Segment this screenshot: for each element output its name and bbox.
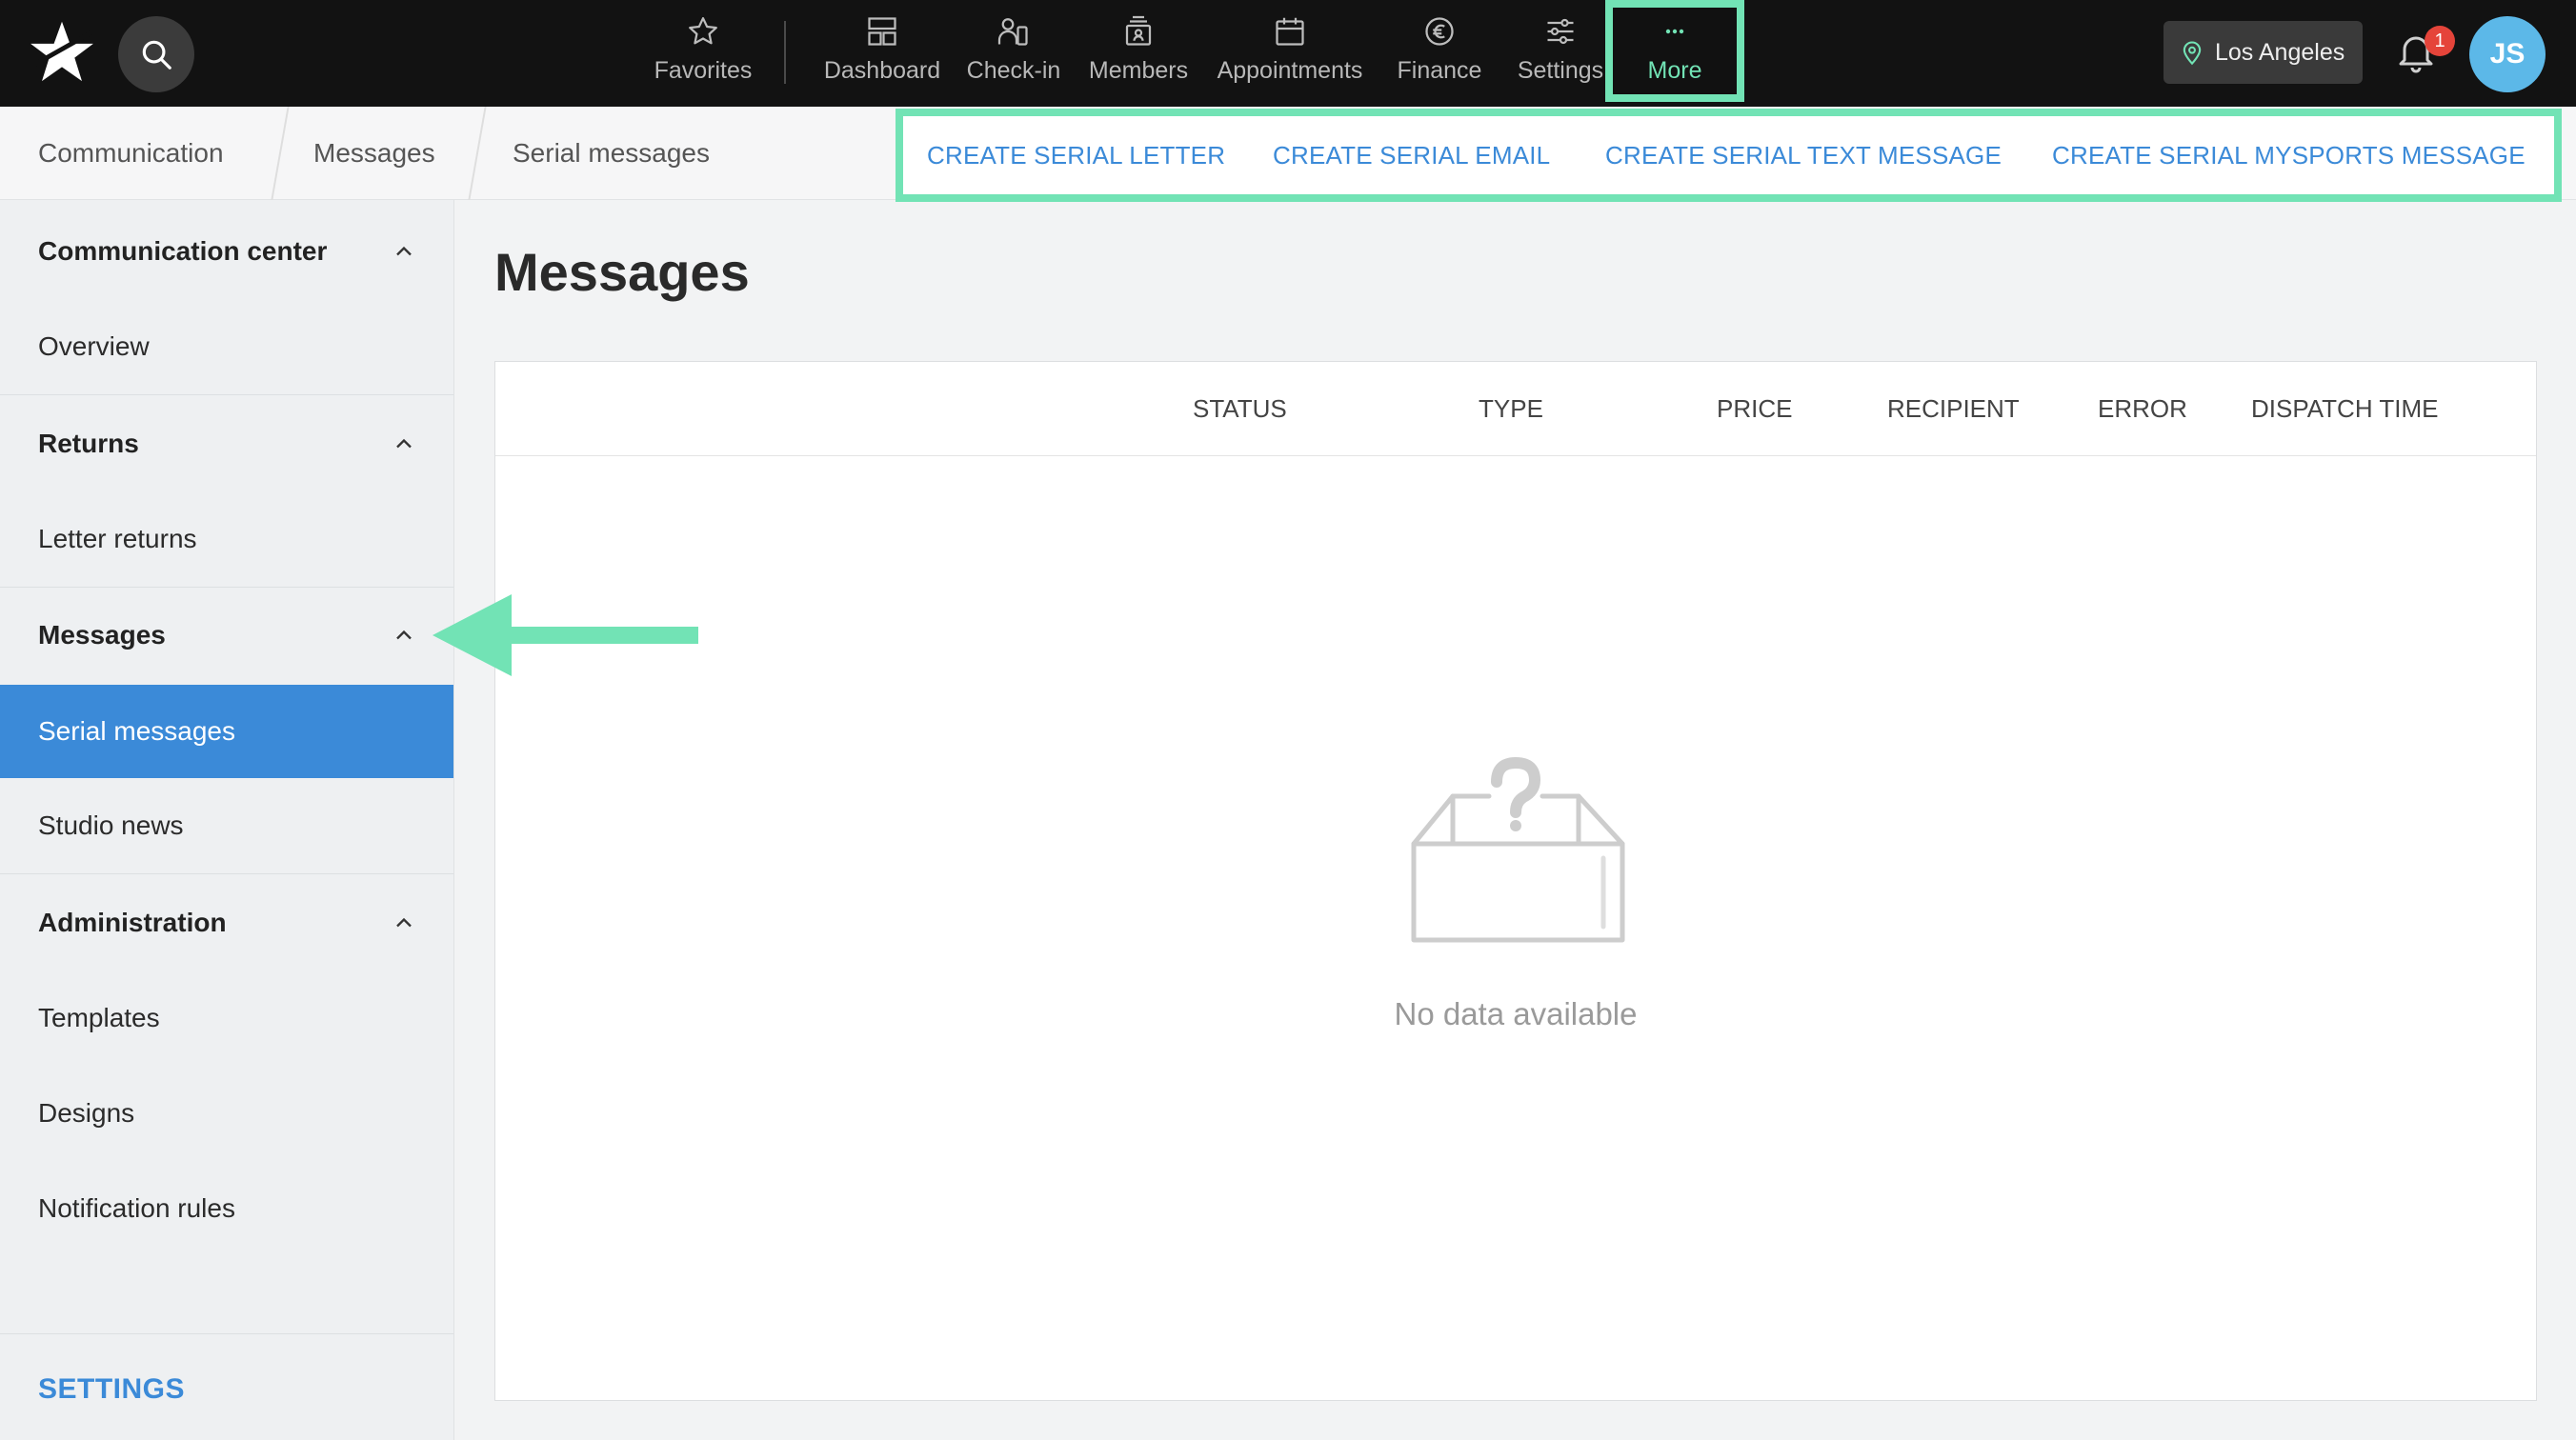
check-in-icon	[996, 14, 1031, 49]
more-dots-icon	[1660, 26, 1689, 37]
chevron-up-icon[interactable]	[391, 430, 417, 457]
sidebar-item-label: Overview	[38, 331, 150, 361]
search-icon	[138, 36, 174, 72]
column-header-price[interactable]: PRICE	[1717, 362, 1792, 456]
nav-label-check-in: Check-in	[966, 57, 1061, 84]
nav-label-dashboard: Dashboard	[823, 57, 941, 84]
sidebar-settings-link[interactable]: SETTINGS	[0, 1342, 453, 1437]
nav-dashboard[interactable]: Dashboard	[811, 0, 954, 107]
dashboard-icon	[865, 14, 899, 49]
breadcrumb-separator	[271, 107, 290, 200]
column-header-error[interactable]: ERROR	[2098, 362, 2187, 456]
chevron-up-icon[interactable]	[391, 910, 417, 936]
nav-check-in[interactable]: Check-in	[942, 0, 1085, 107]
nav-more[interactable]: More	[1605, 0, 1744, 102]
nav-label-finance: Finance	[1397, 57, 1482, 84]
location-pin-icon	[2179, 39, 2205, 66]
nav-favorites[interactable]: Favorites	[632, 0, 775, 107]
location-label: Los Angeles	[2215, 38, 2345, 66]
breadcrumb-messages[interactable]: Messages	[313, 107, 435, 200]
sidebar-group-title: Messages	[38, 620, 166, 650]
sidebar-item-label: Studio news	[38, 810, 184, 840]
chevron-up-icon[interactable]	[391, 622, 417, 649]
sidebar-divider	[0, 873, 453, 874]
sidebar-group-returns[interactable]: Returns	[0, 396, 453, 491]
nav-finance[interactable]: Finance	[1368, 0, 1511, 107]
create-serial-letter-button[interactable]: CREATE SERIAL LETTER	[927, 116, 1225, 194]
column-header-type[interactable]: TYPE	[1479, 362, 1543, 456]
action-bar: CREATE SERIAL LETTER CREATE SERIAL EMAIL…	[896, 109, 2562, 202]
top-navigation-bar: Favorites Dashboard Check-in Members App…	[0, 0, 2576, 107]
sidebar-group-title: Communication center	[38, 236, 328, 266]
sidebar-divider	[0, 1333, 453, 1334]
sidebar-item-serial-messages[interactable]: Serial messages	[0, 685, 453, 778]
sidebar-item-label: Templates	[38, 1003, 160, 1032]
sidebar-item-label: Notification rules	[38, 1193, 235, 1223]
sidebar-divider	[0, 394, 453, 395]
notification-count-badge: 1	[2425, 26, 2455, 56]
calendar-icon	[1273, 14, 1307, 49]
sidebar-group-messages[interactable]: Messages	[0, 588, 453, 683]
chevron-up-icon[interactable]	[391, 238, 417, 265]
star-logo-icon[interactable]	[27, 19, 97, 86]
sidebar-item-templates[interactable]: Templates	[0, 970, 453, 1066]
nav-label-more: More	[1647, 57, 1702, 84]
page-title: Messages	[494, 242, 750, 302]
sidebar-item-label: Serial messages	[38, 716, 235, 746]
sidebar-item-letter-returns[interactable]: Letter returns	[0, 491, 453, 587]
nav-appointments[interactable]: Appointments	[1204, 0, 1376, 107]
star-icon	[686, 14, 720, 49]
create-serial-email-button[interactable]: CREATE SERIAL EMAIL	[1273, 116, 1550, 194]
empty-box-icon	[1401, 753, 1630, 949]
sidebar-item-overview[interactable]: Overview	[0, 299, 453, 394]
location-selector[interactable]: Los Angeles	[2163, 21, 2363, 84]
sidebar-group-title: Administration	[38, 908, 227, 937]
empty-state-text: No data available	[1394, 996, 1638, 1031]
sidebar-group-administration[interactable]: Administration	[0, 875, 453, 970]
search-button[interactable]	[118, 16, 194, 92]
column-header-recipient[interactable]: RECIPIENT	[1887, 362, 2020, 456]
sidebar-item-studio-news[interactable]: Studio news	[0, 778, 453, 873]
members-icon	[1121, 14, 1156, 49]
sidebar-group-communication-center[interactable]: Communication center	[0, 204, 453, 299]
column-header-dispatch-time[interactable]: DISPATCH TIME	[2251, 362, 2438, 456]
euro-icon	[1422, 14, 1457, 49]
sidebar-item-designs[interactable]: Designs	[0, 1066, 453, 1161]
nav-label-settings: Settings	[1517, 57, 1604, 84]
breadcrumb-separator	[468, 107, 487, 200]
sliders-icon	[1543, 14, 1578, 49]
table-header: STATUS TYPE PRICE RECIPIENT ERROR DISPAT…	[495, 362, 2536, 456]
breadcrumb-communication[interactable]: Communication	[38, 107, 224, 200]
nav-label-appointments: Appointments	[1217, 57, 1363, 84]
sidebar-item-label: Letter returns	[38, 524, 197, 553]
nav-divider	[784, 21, 786, 84]
user-avatar[interactable]: JS	[2469, 16, 2546, 92]
sidebar: Communication center Overview Returns Le…	[0, 200, 454, 1440]
nav-members[interactable]: Members	[1067, 0, 1210, 107]
sidebar-item-label: Designs	[38, 1098, 135, 1128]
create-serial-text-message-button[interactable]: CREATE SERIAL TEXT MESSAGE	[1605, 116, 2002, 194]
breadcrumb-serial-messages: Serial messages	[513, 138, 710, 168]
sidebar-group-title: Returns	[38, 429, 139, 458]
column-header-status[interactable]: STATUS	[1193, 362, 1287, 456]
nav-label-members: Members	[1088, 57, 1189, 84]
messages-table: STATUS TYPE PRICE RECIPIENT ERROR DISPAT…	[494, 361, 2537, 1401]
create-serial-mysports-message-button[interactable]: CREATE SERIAL MYSPORTS MESSAGE	[2052, 116, 2526, 194]
sidebar-item-notification-rules[interactable]: Notification rules	[0, 1161, 453, 1256]
nav-label-favorites: Favorites	[654, 57, 753, 84]
